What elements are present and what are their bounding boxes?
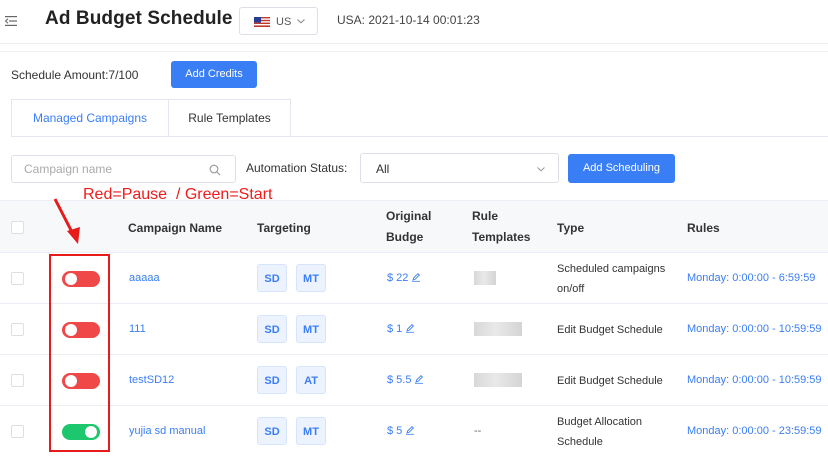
schedule-type: Edit Budget Schedule (557, 375, 663, 387)
targeting-tag: MT (296, 417, 326, 445)
country-label: US (276, 16, 292, 28)
local-timestamp: USA: 2021-10-14 00:01:23 (337, 13, 480, 27)
col-type: Type (557, 221, 585, 235)
targeting-tag: SD (257, 366, 287, 394)
us-flag-icon (254, 17, 270, 27)
row-checkbox[interactable] (11, 272, 24, 285)
table-row: yujia sd manual SD MT $ 5 -- Budget Allo… (0, 406, 828, 456)
budget-amount: $ 1 (387, 323, 403, 335)
campaign-name-link[interactable]: aaaaa (129, 272, 160, 284)
edit-icon[interactable] (405, 323, 415, 333)
col-campaign-name: Campaign Name (128, 221, 223, 235)
targeting-tag: MT (296, 315, 326, 343)
redacted-rule-template (474, 271, 496, 285)
budget-value[interactable]: $ 5.5 (387, 374, 424, 386)
targeting-tag: AT (296, 366, 326, 394)
redacted-rule-template (474, 373, 522, 387)
automation-status-select[interactable]: All (360, 153, 559, 183)
row-checkbox[interactable] (11, 374, 24, 387)
budget-amount: $ 22 (387, 272, 409, 284)
annotation-note: Red=Pause / Green=Start (83, 186, 273, 203)
budget-amount: $ 5.5 (387, 374, 412, 386)
search-button[interactable] (195, 155, 236, 183)
col-rule-templates: Rule Templates (472, 209, 531, 244)
chevron-down-icon (537, 167, 545, 172)
chevron-down-icon (297, 19, 305, 24)
col-rules: Rules (687, 221, 720, 235)
campaign-name-link[interactable]: testSD12 (129, 374, 174, 386)
row-checkbox[interactable] (11, 425, 24, 438)
edit-icon[interactable] (405, 425, 415, 435)
campaign-search-input[interactable] (11, 155, 196, 183)
budget-value[interactable]: $ 1 (387, 323, 415, 335)
rule-summary[interactable]: Monday: 0:00:00 - 10:59:59 (687, 323, 822, 335)
budget-value[interactable]: $ 5 (387, 425, 415, 437)
schedule-type: Budget Allocation Schedule (557, 416, 643, 448)
col-original-budget: Original Budge (386, 209, 432, 244)
targeting-tag: SD (257, 264, 287, 292)
rule-summary[interactable]: Monday: 0:00:00 - 6:59:59 (687, 272, 815, 284)
menu-collapse-icon[interactable] (5, 15, 17, 27)
schedule-amount: Schedule Amount:7/100 (11, 68, 139, 82)
table-header: Campaign Name Targeting Original Budge R… (0, 200, 828, 253)
rule-summary[interactable]: Monday: 0:00:00 - 10:59:59 (687, 374, 822, 386)
edit-icon[interactable] (414, 374, 424, 384)
table-row: testSD12 SD AT $ 5.5 Edit Budget Schedul… (0, 355, 828, 406)
budget-value[interactable]: $ 22 (387, 272, 421, 284)
col-targeting: Targeting (257, 221, 311, 235)
annotation-box (49, 254, 110, 452)
automation-status-value: All (376, 162, 390, 176)
tab-managed-campaigns[interactable]: Managed Campaigns (11, 99, 169, 137)
rule-template-value: -- (474, 425, 482, 437)
budget-amount: $ 5 (387, 425, 403, 437)
tab-rule-templates[interactable]: Rule Templates (168, 99, 291, 137)
search-icon (209, 164, 221, 176)
edit-icon[interactable] (411, 272, 421, 282)
add-scheduling-button[interactable]: Add Scheduling (568, 154, 675, 183)
rule-summary[interactable]: Monday: 0:00:00 - 23:59:59 (687, 425, 822, 437)
targeting-tag: SD (257, 315, 287, 343)
row-checkbox[interactable] (11, 323, 24, 336)
redacted-rule-template (474, 322, 522, 336)
page-title: Ad Budget Schedule (45, 8, 233, 29)
add-credits-button[interactable]: Add Credits (171, 61, 257, 88)
app-header: Ad Budget Schedule US USA: 2021-10-14 00… (0, 0, 828, 44)
targeting-tag: SD (257, 417, 287, 445)
table-row: 111 SD MT $ 1 Edit Budget Schedule Monda… (0, 304, 828, 355)
table-row: aaaaa SD MT $ 22 Scheduled campaigns on/… (0, 253, 828, 304)
campaign-name-link[interactable]: 111 (129, 323, 146, 335)
campaign-name-link[interactable]: yujia sd manual (129, 425, 205, 437)
schedule-type: Edit Budget Schedule (557, 324, 663, 336)
select-all-checkbox[interactable] (11, 221, 24, 234)
country-select[interactable]: US (239, 7, 318, 35)
divider (0, 51, 828, 52)
schedule-type: Scheduled campaigns on/off (557, 263, 666, 295)
tabs-underline (11, 136, 828, 137)
targeting-tag: MT (296, 264, 326, 292)
automation-status-label: Automation Status: (246, 161, 348, 175)
